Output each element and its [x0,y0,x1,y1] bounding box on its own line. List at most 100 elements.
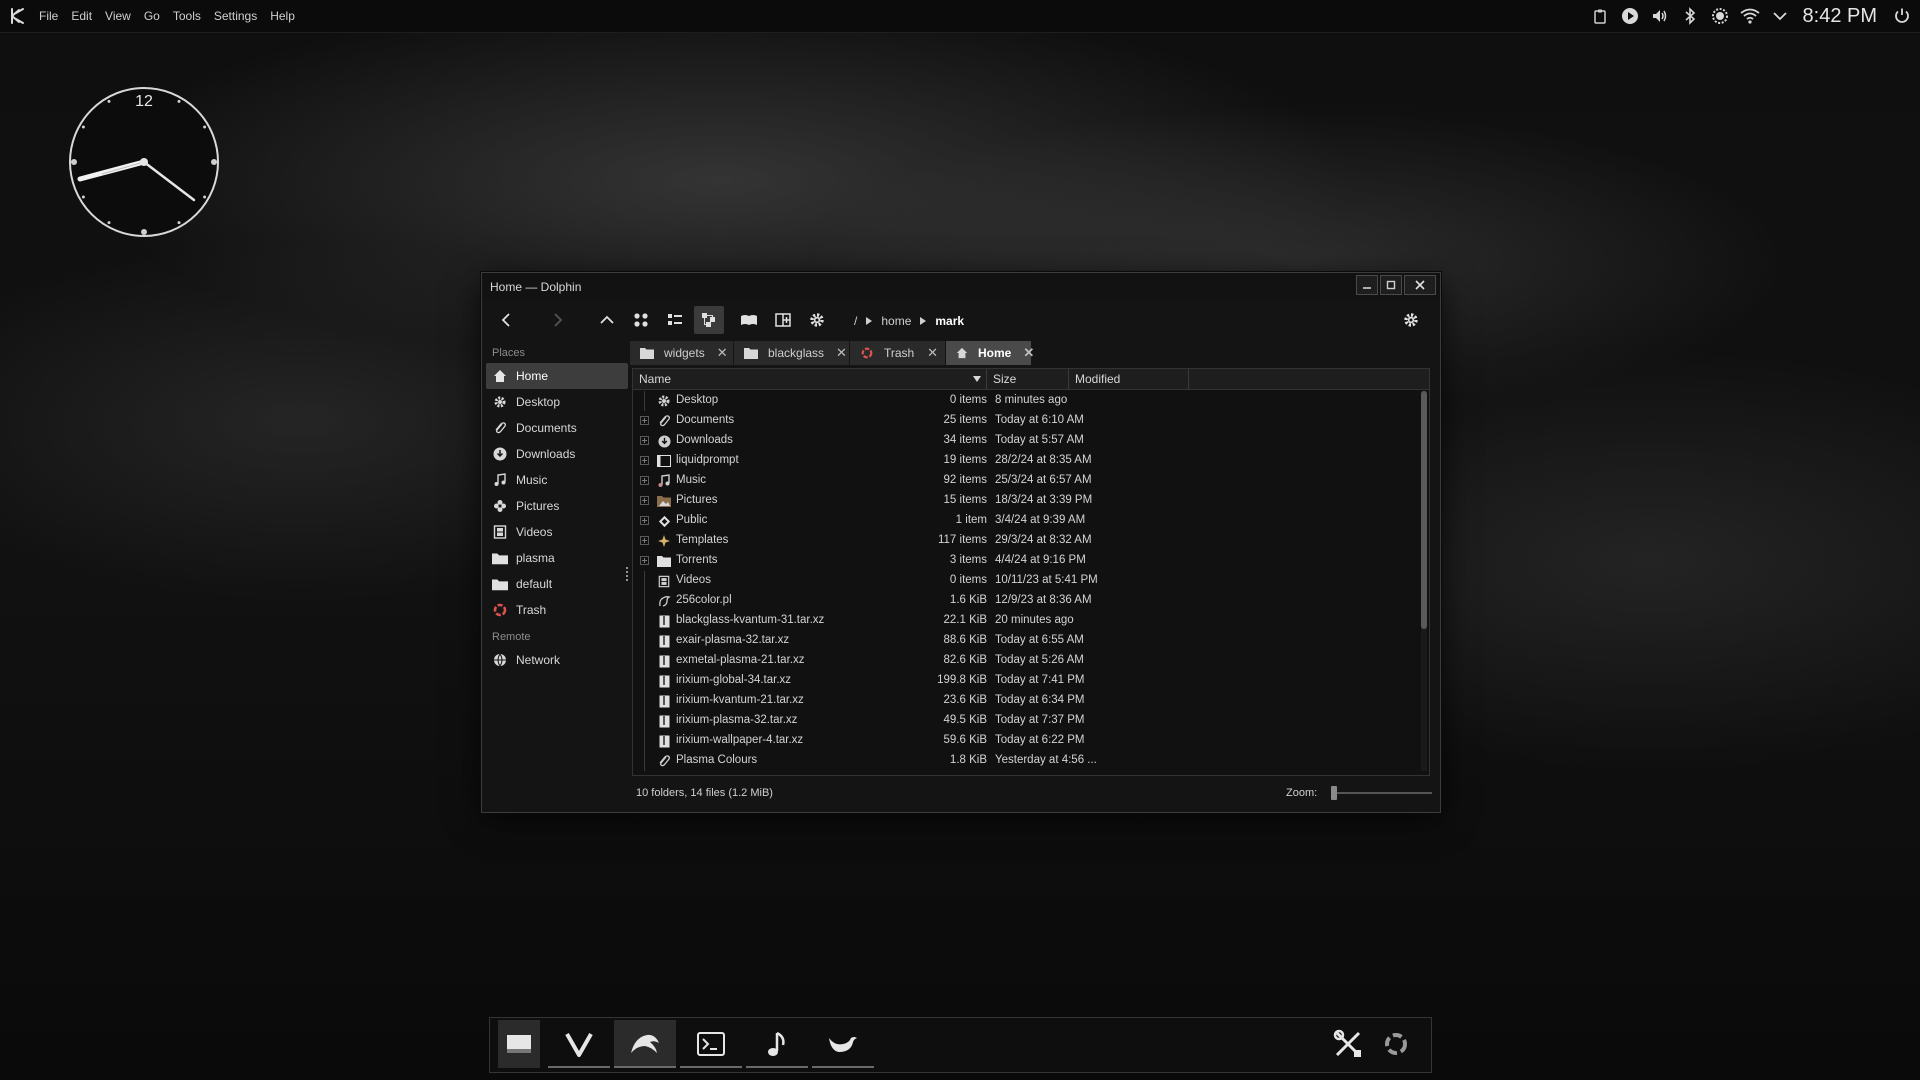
expand-toggle-icon[interactable] [640,416,649,425]
table-row[interactable]: exair-plasma-32.tar.xz 88.6 KiB Today at… [633,631,1423,651]
vivaldi-browser-icon[interactable] [548,1020,610,1068]
show-desktop-button[interactable] [498,1020,540,1068]
menu-settings[interactable]: Settings [214,9,257,23]
column-header-name[interactable]: Name [633,369,987,389]
expand-toggle-icon[interactable] [640,556,649,565]
close-window-button[interactable] [1404,275,1436,295]
sidebar-item-home[interactable]: Home [486,363,628,389]
sidebar-item-music[interactable]: Music [486,467,628,493]
details-view-button[interactable] [694,306,724,334]
terminal-icon[interactable] [680,1020,742,1068]
table-row[interactable]: liquidprompt 19 items 28/2/24 at 8:35 AM [633,451,1423,471]
system-settings-tools-icon[interactable] [1328,1024,1368,1064]
digital-clock[interactable]: 8:42 PM [1803,5,1877,28]
menu-edit[interactable]: Edit [71,9,92,23]
table-row[interactable]: exmetal-plasma-21.tar.xz 82.6 KiB Today … [633,651,1423,671]
forward-button[interactable] [542,306,572,334]
expand-toggle-icon[interactable] [640,496,649,505]
menu-tools[interactable]: Tools [173,9,201,23]
table-row[interactable]: blackglass-kvantum-31.tar.xz 22.1 KiB 20… [633,611,1423,631]
file-details-view[interactable]: Name Size Modified Desktop 0 items 8 min… [632,368,1430,776]
analog-clock-widget[interactable]: 12 [66,84,222,240]
zoom-slider[interactable] [1331,786,1432,800]
recycle-trash-icon[interactable] [1376,1024,1416,1064]
bluetooth-icon[interactable] [1678,4,1702,28]
expand-toggle-icon[interactable] [640,436,649,445]
sidebar-item-pictures[interactable]: Pictures [486,493,628,519]
volume-icon[interactable] [1648,4,1672,28]
table-row[interactable]: Documents 25 items Today at 6:10 AM [633,411,1423,431]
breadcrumb-current[interactable]: mark [935,314,964,328]
menu-file[interactable]: File [39,9,58,23]
maximize-button[interactable] [1380,275,1402,295]
close-tab-icon[interactable]: ✕ [927,345,938,361]
table-row[interactable]: Videos 0 items 10/11/23 at 5:41 PM [633,571,1423,591]
bird-app-icon[interactable] [812,1020,874,1068]
table-row[interactable]: Torrents 3 items 4/4/24 at 9:16 PM [633,551,1423,571]
sidebar-item-documents[interactable]: Documents [486,415,628,441]
sidebar-item-network[interactable]: Network [486,647,628,673]
wifi-icon[interactable] [1738,4,1762,28]
close-tab-icon[interactable]: ✕ [717,345,728,361]
chevron-down-icon[interactable] [1768,4,1792,28]
expand-toggle-icon[interactable] [640,476,649,485]
close-tab-icon[interactable]: ✕ [836,345,847,361]
tab-blackglass[interactable]: blackglass ✕ [734,341,850,365]
expand-toggle-icon[interactable] [640,456,649,465]
dolphin-file-manager-icon[interactable] [614,1020,676,1068]
up-button[interactable] [592,306,622,334]
tab-widgets[interactable]: widgets ✕ [630,341,734,365]
breadcrumb-home[interactable]: home [881,314,911,328]
zoom-slider-handle[interactable] [1331,786,1337,800]
tab-home[interactable]: Home ✕ [946,341,1034,365]
table-row[interactable]: irixium-wallpaper-4.tar.xz 59.6 KiB Toda… [633,731,1423,751]
media-play-icon[interactable] [1618,4,1642,28]
brightness-icon[interactable] [1708,4,1732,28]
column-header: Name Size Modified [633,369,1429,390]
table-row[interactable]: Plasma Colours 1.8 KiB Yesterday at 4:56… [633,751,1423,771]
close-tab-icon[interactable]: ✕ [1023,345,1034,361]
music-player-icon[interactable] [746,1020,808,1068]
gear-icon[interactable] [802,306,832,334]
menu-help[interactable]: Help [270,9,295,23]
column-header-modified[interactable]: Modified [1069,369,1189,389]
table-row[interactable]: Pictures 15 items 18/3/24 at 3:39 PM [633,491,1423,511]
table-row[interactable]: 256color.pl 1.6 KiB 12/9/23 at 8:36 AM [633,591,1423,611]
expand-toggle-icon[interactable] [640,516,649,525]
table-row[interactable]: irixium-kvantum-21.tar.xz 23.6 KiB Today… [633,691,1423,711]
sidebar-item-plasma[interactable]: plasma [486,545,628,571]
archive-file-icon [657,634,671,648]
compact-view-button[interactable] [660,306,690,334]
sidebar-item-desktop[interactable]: Desktop [486,389,628,415]
tab-trash[interactable]: Trash ✕ [850,341,946,365]
table-row[interactable]: Downloads 34 items Today at 5:57 AM [633,431,1423,451]
icons-view-button[interactable] [626,306,656,334]
kde-logo-icon[interactable] [8,6,28,26]
panel-splitter-handle[interactable] [625,565,629,583]
back-button[interactable] [492,306,522,334]
minimize-button[interactable] [1356,275,1378,295]
expand-toggle-icon[interactable] [640,536,649,545]
split-view-button[interactable] [768,306,798,334]
power-icon[interactable] [1890,4,1914,28]
menu-view[interactable]: View [105,9,131,23]
vertical-scrollbar[interactable] [1421,391,1427,771]
table-row[interactable]: irixium-plasma-32.tar.xz 49.5 KiB Today … [633,711,1423,731]
breadcrumb-root[interactable]: / [854,314,857,328]
menu-go[interactable]: Go [144,9,160,23]
window-titlebar[interactable]: Home — Dolphin [482,273,1440,299]
table-row[interactable]: irixium-global-34.tar.xz 199.8 KiB Today… [633,671,1423,691]
column-header-size[interactable]: Size [987,369,1069,389]
table-row[interactable]: Music 92 items 25/3/24 at 6:57 AM [633,471,1423,491]
scrollbar-thumb[interactable] [1421,391,1427,629]
clipboard-icon[interactable] [1588,4,1612,28]
table-row[interactable]: Templates 117 items 29/3/24 at 8:32 AM [633,531,1423,551]
table-row[interactable]: Desktop 0 items 8 minutes ago [633,391,1423,411]
sidebar-item-downloads[interactable]: Downloads [486,441,628,467]
settings-gear-icon[interactable] [1396,306,1426,334]
table-row[interactable]: Public 1 item 3/4/24 at 9:39 AM [633,511,1423,531]
preview-button[interactable] [734,306,764,334]
sidebar-item-trash[interactable]: Trash [486,597,628,623]
sidebar-item-default[interactable]: default [486,571,628,597]
sidebar-item-videos[interactable]: Videos [486,519,628,545]
